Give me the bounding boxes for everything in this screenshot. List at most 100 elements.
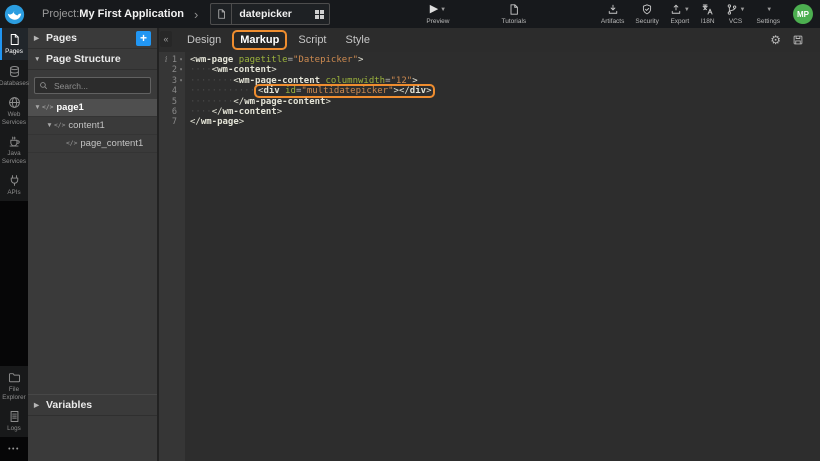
tutorials-button[interactable]: Tutorials (501, 3, 526, 25)
page-structure-header[interactable]: ▼ Page Structure (28, 49, 157, 70)
topbar-tool-label: Settings (757, 18, 781, 25)
search-input[interactable] (52, 80, 146, 92)
fold-icon[interactable]: ▾ (177, 65, 185, 75)
chevron-down-icon[interactable]: ▼ (440, 7, 446, 13)
rail-top-group: Pages Databases Web Services Java ServicesA… (0, 28, 28, 201)
code-line-1[interactable]: <wm-page pagetitle="Datepicker"> (190, 55, 820, 65)
token-pu: > (271, 65, 276, 75)
topbar-tool-label: Export (670, 18, 689, 25)
body: Pages Databases Web Services Java ServicesA… (0, 28, 820, 461)
rail-item-file-explorer[interactable]: File Explorer (0, 366, 28, 405)
page-structure-label: Page Structure (46, 53, 121, 65)
token-str: "12" (391, 76, 413, 86)
token-pu: > (358, 55, 363, 65)
token-pu: </ (190, 117, 201, 127)
gutter-row: 6 (159, 107, 185, 117)
caret-right-icon: ▶ (34, 401, 41, 409)
fold-icon[interactable]: ▾ (177, 55, 185, 65)
token-tag: wm-content (217, 65, 271, 75)
pages-section-header[interactable]: ▶ Pages + (28, 28, 157, 49)
token-pu: ></ (394, 86, 410, 96)
caret-down-icon[interactable]: ▼ (45, 122, 54, 129)
chevron-down-icon[interactable]: ▼ (740, 7, 746, 13)
rail-item-databases[interactable]: Databases (0, 60, 28, 92)
open-page-tab-datepicker[interactable]: datepicker (210, 3, 330, 25)
rail-item-pages[interactable]: Pages (0, 28, 28, 60)
code-line-4[interactable]: ············<div id="multidatepicker"></… (190, 86, 820, 96)
user-avatar[interactable]: MP (793, 4, 813, 24)
variables-section-header[interactable]: ▶ Variables (28, 394, 157, 416)
token-pu: > (239, 117, 244, 127)
gutter-row: 4 (159, 86, 185, 96)
rail-item-label: Web Services (1, 111, 27, 126)
token-str: "Datepicker" (293, 55, 358, 65)
topbar-tool-label: I18N (701, 18, 715, 25)
variables-label: Variables (46, 399, 92, 411)
project-name: My First Application (79, 8, 184, 20)
tree-item-page_content1[interactable]: </>page_content1 (28, 135, 157, 153)
tutorials-icon (508, 3, 520, 16)
tab-script[interactable]: Script (292, 32, 332, 48)
token-pu: </ (212, 107, 223, 117)
markup-settings-button[interactable]: ⚙ (770, 34, 781, 46)
tab-markup[interactable]: Markup (234, 32, 285, 48)
panel-tail (28, 416, 157, 461)
caret-down-icon[interactable]: ▼ (33, 104, 42, 111)
rail-item-label: Pages (5, 48, 23, 56)
more-button[interactable]: ••• (0, 437, 28, 461)
chevron-down-icon[interactable]: ▼ (684, 7, 690, 13)
gutter-row: 3▾ (159, 76, 185, 86)
topbar-tool-settings[interactable]: ▼ Settings (757, 3, 781, 25)
collapse-panel-button[interactable]: « (160, 31, 172, 47)
fold-icon[interactable]: ▾ (177, 76, 185, 86)
gutter-row: 5 (159, 97, 185, 107)
token-tag: wm-page-content (244, 97, 325, 107)
topbar-tool-artifacts[interactable]: Artifacts (601, 3, 624, 25)
code-line-5[interactable]: ········</wm-page-content> (190, 97, 820, 107)
editor-code: <wm-page pagetitle="Datepicker">····<wm-… (185, 52, 820, 461)
topbar-tool-security[interactable]: Security (635, 3, 658, 25)
rail-item-apis[interactable]: APIs (0, 169, 28, 201)
tab-design[interactable]: Design (181, 32, 227, 48)
tab-style[interactable]: Style (340, 32, 376, 48)
editor-gutter: i1▾2▾3▾4567 (159, 52, 185, 461)
code-line-7[interactable]: </wm-page> (190, 117, 820, 127)
rail-item-web-services[interactable]: Web Services (0, 91, 28, 130)
code-line-6[interactable]: ····</wm-content> (190, 107, 820, 117)
tree-item-label: content1 (68, 120, 104, 131)
line-number: 5 (172, 97, 177, 107)
gutter-row: i1▾ (159, 55, 185, 65)
page-grid-icon[interactable] (315, 10, 324, 19)
code-node-icon: </> (54, 122, 65, 129)
code-line-2[interactable]: ····<wm-content> (190, 65, 820, 75)
topbar-tool-vcs[interactable]: ▼ VCS (726, 3, 746, 25)
rail-item-java-services[interactable]: Java Services (0, 130, 28, 169)
markup-code-editor[interactable]: i1▾2▾3▾4567 <wm-page pagetitle="Datepick… (159, 52, 820, 461)
chevron-down-icon[interactable]: ▼ (766, 7, 772, 13)
token-pu: > (277, 107, 282, 117)
topbar-tool-export[interactable]: ▼ Export (670, 3, 690, 25)
token-pu: > (412, 76, 417, 86)
token-pu: > (426, 86, 431, 96)
indent-dots: ···· (190, 107, 212, 117)
tutorials-label: Tutorials (501, 18, 526, 25)
rail-item-logs[interactable]: Logs (0, 405, 28, 437)
tree-item-content1[interactable]: ▼</>content1 (28, 117, 157, 135)
save-button[interactable] (792, 34, 804, 46)
line-number: 7 (172, 117, 177, 127)
wavemaker-logo-icon[interactable] (4, 4, 25, 25)
vcs-icon (726, 3, 738, 16)
preview-button[interactable]: ▶ ▼ Preview (426, 3, 449, 25)
topbar-tool-i18n[interactable]: I18N (701, 3, 715, 25)
caret-right-icon: ▶ (34, 34, 41, 42)
rail-item-label: Logs (7, 425, 21, 433)
add-page-button[interactable]: + (136, 31, 151, 46)
token-tag: div (410, 86, 426, 96)
gutter-row: 2▾ (159, 65, 185, 75)
info-marker: i (163, 55, 172, 65)
tree-item-label: page1 (56, 102, 83, 113)
tree-item-page1[interactable]: ▼</>page1 (28, 99, 157, 117)
logs-icon (8, 410, 21, 423)
code-line-3[interactable]: ········<wm-page-content columnwidth="12… (190, 76, 820, 86)
topbar-tool-label: VCS (729, 18, 742, 25)
